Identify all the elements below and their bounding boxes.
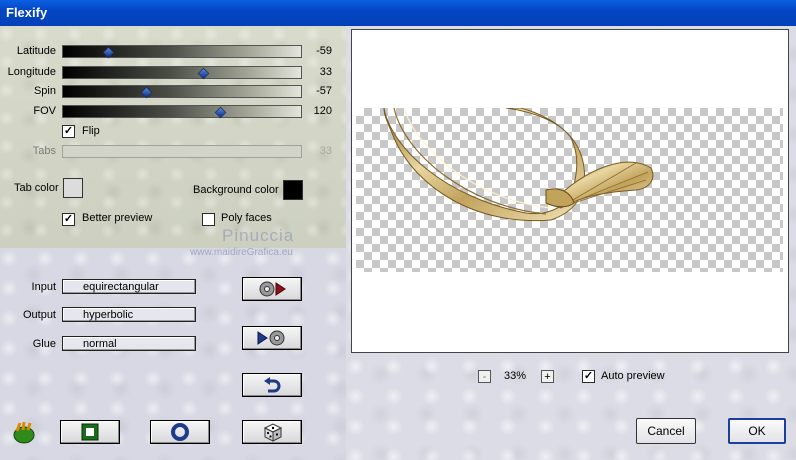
latitude-slider[interactable] bbox=[62, 45, 302, 59]
play-disc-icon bbox=[257, 330, 285, 346]
undo-arrow-icon bbox=[264, 377, 281, 393]
watermark-url: www.maidireGrafica.eu bbox=[190, 247, 293, 258]
input-select[interactable]: equirectangular bbox=[62, 279, 196, 294]
parameters-panel bbox=[0, 26, 346, 248]
latitude-slider-thumb[interactable] bbox=[102, 46, 115, 59]
ok-button[interactable]: OK bbox=[728, 418, 786, 444]
cancel-button[interactable]: Cancel bbox=[636, 418, 696, 444]
tab-color-swatch[interactable] bbox=[63, 178, 83, 198]
blue-ring-icon bbox=[171, 423, 189, 441]
random-button[interactable] bbox=[242, 420, 302, 444]
spin-slider-thumb[interactable] bbox=[140, 86, 153, 99]
latitude-label: Latitude bbox=[16, 45, 56, 57]
spin-slider[interactable] bbox=[62, 85, 302, 99]
square-shape-button[interactable] bbox=[60, 420, 120, 444]
input-label: Input bbox=[31, 281, 56, 293]
tabs-value: 33 bbox=[319, 145, 332, 157]
flip-label: Flip bbox=[82, 125, 100, 137]
poly-faces-checkbox[interactable] bbox=[202, 213, 215, 226]
zoom-level: 33% bbox=[504, 370, 527, 382]
tabs-label: Tabs bbox=[32, 145, 56, 157]
preview-ribbon-image bbox=[383, 108, 654, 222]
zoom-out-button[interactable]: - bbox=[478, 370, 491, 383]
zoom-in-button[interactable]: + bbox=[541, 370, 554, 383]
poly-faces-label: Poly faces bbox=[221, 212, 272, 224]
better-preview-label: Better preview bbox=[82, 212, 153, 224]
background-color-label: Background color bbox=[193, 184, 279, 196]
title-bar: Flexify bbox=[0, 0, 796, 26]
glue-select[interactable]: normal bbox=[62, 336, 196, 351]
fov-slider-thumb[interactable] bbox=[214, 106, 227, 119]
fov-value: 120 bbox=[313, 105, 332, 117]
swap-button[interactable] bbox=[242, 373, 302, 397]
longitude-slider[interactable] bbox=[62, 66, 302, 80]
better-preview-checkbox[interactable]: ✓ bbox=[62, 213, 75, 226]
ring-shape-button[interactable] bbox=[150, 420, 210, 444]
fov-slider[interactable] bbox=[62, 105, 302, 119]
input-options-button[interactable] bbox=[242, 277, 302, 301]
watermark-name: Pinuccia bbox=[222, 226, 295, 245]
glue-label: Glue bbox=[32, 338, 56, 350]
background-color-swatch[interactable] bbox=[283, 180, 303, 200]
latitude-value: -59 bbox=[316, 45, 332, 57]
green-square-icon bbox=[81, 423, 99, 441]
longitude-value: 33 bbox=[319, 66, 332, 78]
app-logo-icon bbox=[11, 419, 37, 448]
output-select[interactable]: hyperbolic bbox=[62, 307, 196, 322]
window-title: Flexify bbox=[6, 5, 48, 20]
longitude-slider-thumb[interactable] bbox=[198, 67, 210, 80]
dice-icon bbox=[263, 423, 283, 442]
spin-value: -57 bbox=[316, 85, 332, 97]
tab-color-label: Tab color bbox=[14, 182, 59, 194]
output-label: Output bbox=[22, 309, 56, 321]
longitude-label: Longitude bbox=[7, 66, 56, 78]
auto-preview-checkbox[interactable]: ✓ bbox=[582, 370, 595, 383]
tabs-slider bbox=[62, 145, 302, 158]
auto-preview-label: Auto preview bbox=[601, 370, 665, 382]
output-options-button[interactable] bbox=[242, 326, 302, 350]
spin-label: Spin bbox=[33, 85, 56, 97]
flip-checkbox[interactable]: ✓ bbox=[62, 125, 75, 138]
fov-label: FOV bbox=[33, 105, 56, 117]
disc-play-icon bbox=[259, 281, 286, 297]
